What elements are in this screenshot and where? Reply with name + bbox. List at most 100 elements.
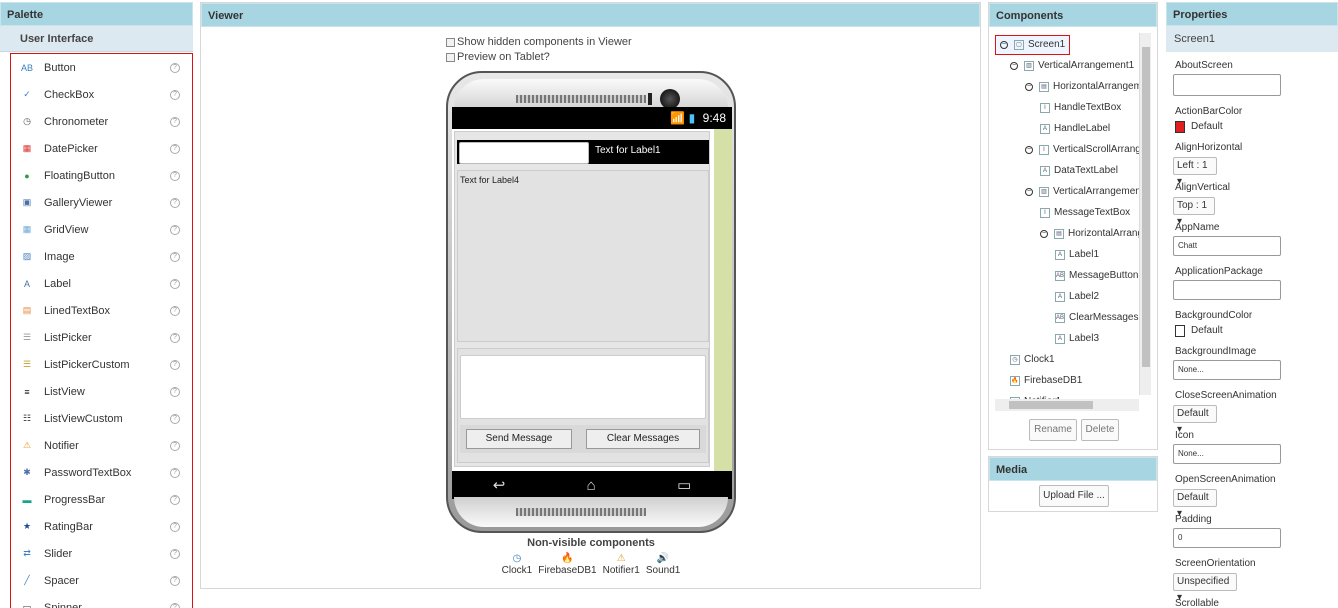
help-icon[interactable]: ? xyxy=(170,116,180,127)
align-horizontal-select[interactable]: Left : 1 ▾ xyxy=(1173,157,1217,187)
tree-node-clock1[interactable]: ◷ Clock1 xyxy=(1010,350,1055,370)
help-icon[interactable]: ? xyxy=(170,224,180,235)
palette-category-user-interface[interactable]: User Interface xyxy=(0,26,193,52)
collapse-toggle-icon[interactable]: − xyxy=(1025,146,1033,154)
tree-node-screen1[interactable]: − ▢ Screen1 xyxy=(995,35,1071,55)
show-hidden-row[interactable]: Show hidden components in Viewer xyxy=(446,36,632,48)
icon-input[interactable]: None... xyxy=(1173,444,1281,464)
tree-node-verticalarrangement1[interactable]: − ▥ VerticalArrangement1 xyxy=(1010,56,1134,76)
horizontal-arrangement-1[interactable]: Text for Label1 xyxy=(457,140,709,164)
align-vertical-select[interactable]: Top : 1 ▾ xyxy=(1173,197,1215,227)
tree-node-verticalarrangement2[interactable]: − ▥ VerticalArrangement2 xyxy=(1025,182,1145,202)
action-bar-color-value[interactable]: Default xyxy=(1191,121,1223,132)
show-hidden-checkbox[interactable] xyxy=(446,37,455,47)
rename-button[interactable]: Rename xyxy=(1029,419,1077,441)
tree-node-messagetextbox[interactable]: I MessageTextBox xyxy=(1040,203,1130,223)
send-message-button[interactable]: Send Message xyxy=(466,429,572,449)
palette-item-progressbar[interactable]: ▬ ProgressBar? xyxy=(11,486,192,513)
data-text-label[interactable]: Text for Label4 xyxy=(460,175,519,185)
help-icon[interactable]: ? xyxy=(170,602,180,608)
horizontal-arrangement-2[interactable]: Send Message Clear Messages xyxy=(460,425,706,453)
palette-item-image[interactable]: ▨ Image? xyxy=(11,243,192,270)
tree-node-handletextbox[interactable]: I HandleTextBox xyxy=(1040,98,1121,118)
palette-item-ratingbar[interactable]: ★ RatingBar? xyxy=(11,513,192,540)
nonvisible-sound1[interactable]: 🔊 Sound1 xyxy=(646,553,680,576)
tree-node-datatextlabel[interactable]: A DataTextLabel xyxy=(1040,161,1118,181)
app-canvas[interactable]: Text for Label1 Text for Label4 Send Mes… xyxy=(452,129,732,471)
tree-node-label2[interactable]: A Label2 xyxy=(1055,287,1099,307)
help-icon[interactable]: ? xyxy=(170,494,180,505)
palette-item-galleryviewer[interactable]: ▣ GalleryViewer? xyxy=(11,189,192,216)
about-screen-input[interactable] xyxy=(1173,74,1281,96)
help-icon[interactable]: ? xyxy=(170,467,180,478)
handle-textbox[interactable] xyxy=(459,142,589,164)
palette-item-notifier[interactable]: ⚠ Notifier? xyxy=(11,432,192,459)
action-bar-color-swatch[interactable] xyxy=(1175,121,1185,133)
tree-hscroll-thumb[interactable] xyxy=(1009,401,1093,409)
tree-node-horizontalarrangement1[interactable]: −▤ HorizontalArrangement1 xyxy=(1025,77,1145,97)
help-icon[interactable]: ? xyxy=(170,251,180,262)
palette-item-button[interactable]: AB Button? xyxy=(11,54,192,81)
help-icon[interactable]: ? xyxy=(170,143,180,154)
preview-tablet-checkbox[interactable] xyxy=(446,52,455,62)
palette-item-gridview[interactable]: ▦ GridView? xyxy=(11,216,192,243)
handle-label[interactable]: Text for Label1 xyxy=(595,145,661,156)
help-icon[interactable]: ? xyxy=(170,440,180,451)
tree-node-label1[interactable]: A Label1 xyxy=(1055,245,1099,265)
help-icon[interactable]: ? xyxy=(170,89,180,100)
help-icon[interactable]: ? xyxy=(170,386,180,397)
palette-item-linedtextbox[interactable]: ▤ LinedTextBox? xyxy=(11,297,192,324)
background-color-swatch[interactable] xyxy=(1175,325,1185,337)
app-name-input[interactable]: Chatt xyxy=(1173,236,1281,256)
tree-node-clearmessagesbutton[interactable]: AB ClearMessagesButton xyxy=(1055,308,1145,328)
collapse-toggle-icon[interactable]: − xyxy=(1000,41,1008,49)
help-icon[interactable]: ? xyxy=(170,575,180,586)
clear-messages-button[interactable]: Clear Messages xyxy=(586,429,700,449)
palette-item-chronometer[interactable]: ◷ Chronometer? xyxy=(11,108,192,135)
help-icon[interactable]: ? xyxy=(170,413,180,424)
help-icon[interactable]: ? xyxy=(170,278,180,289)
tree-node-horizontalarrangement2[interactable]: −▤ HorizontalArrangement2 xyxy=(1040,224,1145,244)
tree-node-label3[interactable]: A Label3 xyxy=(1055,329,1099,349)
palette-item-spacer[interactable]: ╱ Spacer? xyxy=(11,567,192,594)
message-textbox[interactable] xyxy=(460,355,706,419)
help-icon[interactable]: ? xyxy=(170,332,180,343)
palette-item-passwordtextbox[interactable]: ✱ PasswordTextBox? xyxy=(11,459,192,486)
tree-vertical-scrollbar[interactable] xyxy=(1139,33,1151,395)
help-icon[interactable]: ? xyxy=(170,521,180,532)
open-screen-animation-select[interactable]: Default ▾ xyxy=(1173,489,1217,519)
palette-item-datepicker[interactable]: ▦ DatePicker? xyxy=(11,135,192,162)
vertical-arrangement-1[interactable]: Text for Label1 Text for Label4 Send Mes… xyxy=(454,131,710,467)
nonvisible-notifier1[interactable]: ⚠ Notifier1 xyxy=(603,553,640,576)
upload-file-button[interactable]: Upload File ... xyxy=(1039,485,1109,507)
application-package-input[interactable] xyxy=(1173,280,1281,300)
tree-horizontal-scrollbar[interactable] xyxy=(995,399,1139,411)
help-icon[interactable]: ? xyxy=(170,305,180,316)
palette-item-label[interactable]: A Label? xyxy=(11,270,192,297)
tree-node-verticalscrollarrangement1[interactable]: −I VerticalScrollArrangement1 xyxy=(1025,140,1145,160)
palette-item-listpicker[interactable]: ☰ ListPicker? xyxy=(11,324,192,351)
background-color-value[interactable]: Default xyxy=(1191,325,1223,336)
tree-node-handlelabel[interactable]: A HandleLabel xyxy=(1040,119,1110,139)
delete-button[interactable]: Delete xyxy=(1081,419,1119,441)
background-image-input[interactable]: None... xyxy=(1173,360,1281,380)
screen-orientation-select[interactable]: Unspecified ▾ xyxy=(1173,573,1237,603)
collapse-toggle-icon[interactable]: − xyxy=(1040,230,1048,238)
collapse-toggle-icon[interactable]: − xyxy=(1025,83,1033,91)
help-icon[interactable]: ? xyxy=(170,548,180,559)
help-icon[interactable]: ? xyxy=(170,62,180,73)
tree-node-messagebutton[interactable]: AB MessageButton xyxy=(1055,266,1139,286)
palette-item-slider[interactable]: ⇄ Slider? xyxy=(11,540,192,567)
close-screen-animation-select[interactable]: Default ▾ xyxy=(1173,405,1217,435)
nonvisible-firebasedb1[interactable]: 🔥 FirebaseDB1 xyxy=(538,553,596,576)
nonvisible-clock1[interactable]: ◷ Clock1 xyxy=(502,553,533,576)
palette-item-spinner[interactable]: ▭ Spinner? xyxy=(11,594,192,608)
collapse-toggle-icon[interactable]: − xyxy=(1025,188,1033,196)
palette-item-listpickercustom[interactable]: ☰ ListPickerCustom? xyxy=(11,351,192,378)
tree-scroll-thumb[interactable] xyxy=(1142,47,1150,367)
tree-node-firebasedb1[interactable]: 🔥 FirebaseDB1 xyxy=(1010,371,1082,391)
palette-item-listview[interactable]: ≡ ListView? xyxy=(11,378,192,405)
collapse-toggle-icon[interactable]: − xyxy=(1010,62,1018,70)
help-icon[interactable]: ? xyxy=(170,359,180,370)
preview-tablet-row[interactable]: Preview on Tablet? xyxy=(446,51,550,63)
